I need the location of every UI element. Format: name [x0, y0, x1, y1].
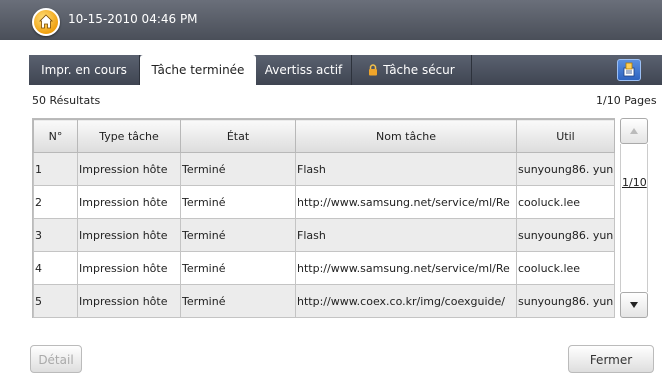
results-count: 50 Résultats: [32, 94, 101, 107]
table-row[interactable]: 1 Impression hôte Terminé Flash sunyoung…: [33, 152, 615, 186]
arrow-up-icon: [630, 128, 638, 134]
scroll-down-button[interactable]: [620, 292, 648, 318]
cell-job-type: Impression hôte: [77, 284, 181, 318]
cell-job-name: http://www.samsung.net/service/ml/Re: [295, 185, 517, 219]
cell-job-name: Flash: [295, 152, 517, 186]
cell-number: 3: [33, 218, 78, 252]
cell-status: Terminé: [180, 185, 296, 219]
cell-job-name: http://www.samsung.net/service/ml/Re: [295, 251, 517, 285]
scroll-track[interactable]: 1/10: [620, 144, 648, 292]
column-header-job-name[interactable]: Nom tâche: [295, 119, 517, 153]
column-header-user[interactable]: Util: [516, 119, 615, 153]
cell-number: 4: [33, 251, 78, 285]
scroll-up-button[interactable]: [620, 118, 648, 144]
cell-number: 1: [33, 152, 78, 186]
table-row[interactable]: 5 Impression hôte Terminé http://www.coe…: [33, 284, 615, 318]
home-button[interactable]: [32, 8, 60, 36]
job-table: N° Type tâche État Nom tâche Util 1 Impr…: [32, 118, 615, 318]
detail-button[interactable]: Détail: [30, 345, 82, 373]
cell-status: Terminé: [180, 284, 296, 318]
cell-job-type: Impression hôte: [77, 185, 181, 219]
table-scrollbar[interactable]: 1/10: [620, 118, 648, 318]
cell-status: Terminé: [180, 218, 296, 252]
cell-user: sunyoung86. yun: [516, 218, 615, 252]
tab-impr-en-cours[interactable]: Impr. en cours: [29, 55, 140, 85]
arrow-down-icon: [630, 302, 638, 308]
cell-job-type: Impression hôte: [77, 251, 181, 285]
cell-job-type: Impression hôte: [77, 218, 181, 252]
job-options-button[interactable]: [617, 59, 641, 81]
close-button[interactable]: Fermer: [568, 345, 654, 373]
lock-icon: [369, 64, 378, 76]
tab-tache-secur-label: Tâche sécur: [383, 63, 455, 77]
datetime-display: 10-15-2010 04:46 PM: [68, 12, 198, 26]
cell-status: Terminé: [180, 251, 296, 285]
cell-number: 5: [33, 284, 78, 318]
cell-user: sunyoung86. yun: [516, 152, 615, 186]
tab-tache-terminee[interactable]: Tâche terminée: [140, 55, 256, 86]
home-icon: [39, 14, 53, 29]
table-row[interactable]: 4 Impression hôte Terminé http://www.sam…: [33, 251, 615, 285]
tab-avertiss-actif[interactable]: Avertiss actif: [256, 55, 352, 85]
page-count: 1/10 Pages: [596, 94, 657, 107]
cell-job-type: Impression hôte: [77, 152, 181, 186]
tab-bar: Impr. en cours Tâche terminée Avertiss a…: [29, 55, 662, 86]
cell-user: sunyoung86. yun: [516, 284, 615, 318]
cell-job-name: Flash: [295, 218, 517, 252]
column-header-number[interactable]: N°: [33, 119, 78, 153]
cell-job-name: http://www.coex.co.kr/img/coexguide/: [295, 284, 517, 318]
column-header-job-type[interactable]: Type tâche: [77, 119, 181, 153]
tab-tache-secur[interactable]: Tâche sécur: [352, 55, 472, 85]
table-row[interactable]: 2 Impression hôte Terminé http://www.sam…: [33, 185, 615, 219]
top-bar: 10-15-2010 04:46 PM: [0, 0, 662, 40]
table-header-row: N° Type tâche État Nom tâche Util: [33, 119, 615, 153]
cell-status: Terminé: [180, 152, 296, 186]
cell-user: cooluck.lee: [516, 251, 615, 285]
cell-user: cooluck.lee: [516, 185, 615, 219]
page-indicator: 1/10: [622, 176, 647, 189]
document-settings-icon: [623, 62, 635, 77]
cell-number: 2: [33, 185, 78, 219]
column-header-status[interactable]: État: [180, 119, 296, 153]
table-row[interactable]: 3 Impression hôte Terminé Flash sunyoung…: [33, 218, 615, 252]
